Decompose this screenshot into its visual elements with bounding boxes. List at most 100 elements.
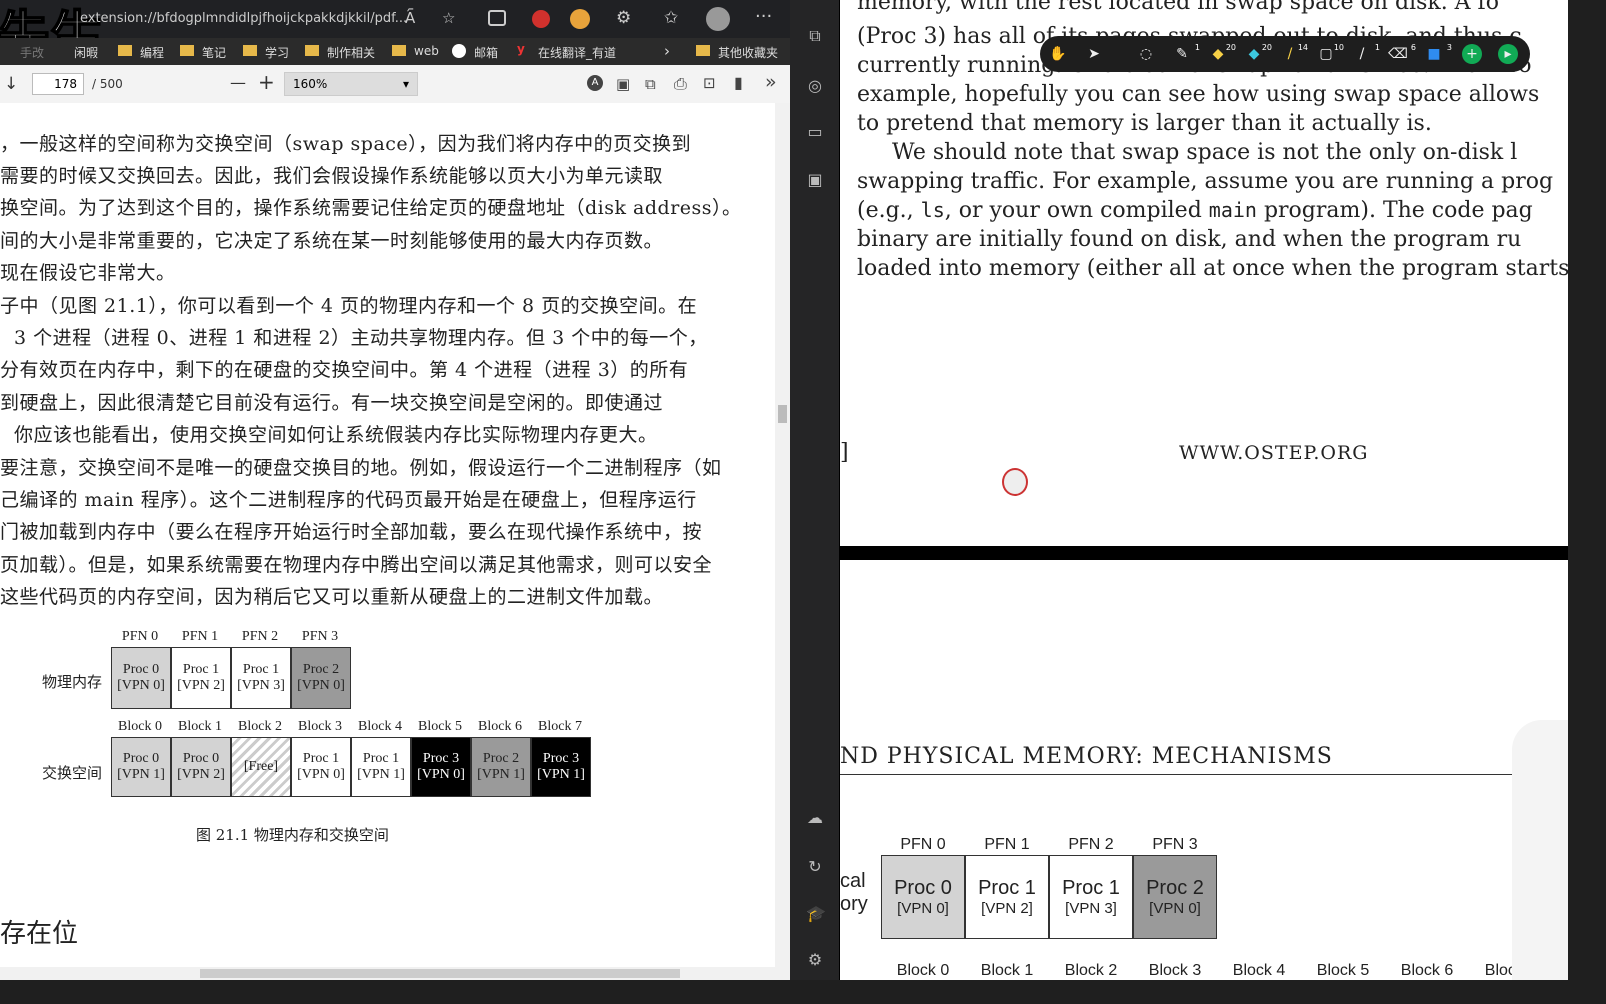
cell-vpn: [VPN 1]	[357, 767, 405, 782]
zoom-in-button[interactable]: +	[258, 70, 275, 94]
block-header: Block 5	[418, 719, 462, 734]
highlighter-yellow-icon[interactable]: ◆ 20	[1208, 43, 1236, 64]
footer-bracket: ]	[840, 440, 849, 465]
url-text[interactable]: extension://bfdogplmndidlpjfhoijckpakkdj…	[80, 11, 407, 26]
read-aloud-icon[interactable]: A	[587, 75, 603, 91]
badge: 20	[1225, 43, 1236, 52]
copy-icon[interactable]: ⧉	[806, 26, 824, 45]
folder-icon	[696, 45, 710, 56]
footer-url: WWW.OSTEP.ORG	[1179, 442, 1369, 464]
mem-label: 物理内存	[42, 673, 103, 691]
refresh-icon[interactable]: ↻	[806, 857, 824, 876]
eraser-icon[interactable]: ⌫ 6	[1388, 43, 1416, 64]
bookmarks-bar: 手改 闲暇 编程 笔记 学习 制作相关 web 邮箱 y 在线翻译_有道 › 其…	[0, 38, 790, 65]
paragraph-line: 换空间。为了达到这个目的，操作系统需要记住给定页的硬盘地址（disk addre…	[0, 197, 742, 219]
recorder-icon[interactable]	[532, 10, 550, 28]
mascot-sticker	[1002, 468, 1028, 496]
pfn-header: PFN 3	[1152, 836, 1198, 853]
hand-icon[interactable]: ✋	[1048, 44, 1068, 64]
swap-cell: Proc 3 [VPN 0]	[411, 737, 471, 797]
address-bar[interactable]: 先生 extension://bfdogplmndidlpjfhoijckpak…	[0, 0, 790, 69]
block-header: Block 0	[896, 962, 950, 979]
more-tools-icon[interactable]: »	[765, 71, 777, 93]
favorites-icon[interactable]: ✩	[664, 8, 678, 28]
bookmark-folder[interactable]: 学习	[265, 44, 289, 61]
folder-icon	[392, 45, 406, 56]
block-header: Block 0	[118, 719, 162, 734]
pencil-icon[interactable]: /14	[1280, 43, 1308, 64]
paragraph-line: 分有效页在内存中，剩下的在硬盘的交换空间中。第 4 个进程（进程 3）的所有	[0, 359, 689, 381]
bookmark-link[interactable]: 邮箱	[474, 44, 498, 61]
line-icon[interactable]: /1	[1352, 43, 1380, 64]
extension-orange-icon[interactable]	[570, 9, 590, 29]
text-line: binary are initially found on disk, and …	[857, 227, 1522, 252]
settings-gear-icon[interactable]: ⚙	[806, 950, 824, 969]
graduation-icon[interactable]: 🎓	[806, 904, 826, 923]
lasso-icon[interactable]: ◌	[1136, 44, 1156, 64]
cell-vpn: [VPN 2]	[981, 900, 1033, 917]
cell-proc: [Free]	[243, 759, 279, 774]
binoculars-icon[interactable]: ◎	[806, 76, 824, 95]
pfn-header: PFN 1	[984, 836, 1030, 853]
add-icon[interactable]: +	[1462, 44, 1482, 64]
paragraph-line: 需要的时候又交换回去。因此，我们会假设操作系统能够以页大小为单元读取	[0, 165, 664, 187]
extensions-puzzle-icon[interactable]: ⚙	[616, 8, 631, 28]
cell-proc: Proc 0	[182, 751, 220, 766]
zoom-select[interactable]: 160% ▾	[284, 72, 418, 96]
paragraph-line: 这些代码页的内存空间，因为稍后它又可以重新从硬盘上的二进制文件加载。	[0, 586, 664, 608]
pfn-header: PFN 1	[181, 629, 219, 644]
expand-icon[interactable]: ▸	[1498, 44, 1518, 64]
more-menu-icon[interactable]: ···	[755, 6, 772, 27]
bookmark-icon[interactable]: ▮	[734, 73, 743, 92]
arrow-down-icon[interactable]: ↓	[4, 74, 18, 94]
bookmark-folder[interactable]: 编程	[140, 44, 164, 61]
save-icon[interactable]: ⊡	[703, 74, 716, 92]
cursor-icon[interactable]: ➤	[1084, 44, 1104, 64]
bookmark-prefix[interactable]: 手改	[20, 44, 44, 61]
scrollbar-thumb[interactable]	[778, 405, 787, 423]
bookmark-link[interactable]: 在线翻译_有道	[538, 44, 616, 61]
paragraph-line: 3 个进程（进程 0、进程 1 和进程 2）主动共享物理内存。但 3 个中的每一…	[14, 327, 708, 349]
text-run: program). The code pag	[1256, 198, 1533, 223]
memory-cell: Proc 1 [VPN 3]	[231, 647, 291, 709]
print-icon[interactable]: ⎙	[674, 74, 687, 94]
shape-icon[interactable]: ▢ 10	[1316, 43, 1344, 64]
badge: 20	[1261, 43, 1272, 52]
page-number-input[interactable]: 178	[32, 73, 84, 95]
profile-avatar[interactable]	[706, 7, 730, 31]
vertical-scrollbar[interactable]	[775, 103, 790, 980]
zoom-out-button[interactable]: —	[230, 73, 246, 92]
text-line: example, hopefully you can see how using…	[857, 82, 1540, 107]
paragraph-line: 间的大小是非常重要的，它决定了系统在某一时刻能够使用的最大内存页数。	[0, 230, 664, 252]
horizontal-scrollbar-thumb[interactable]	[200, 969, 680, 978]
swap-cell: Proc 0 [VPN 2]	[171, 737, 231, 797]
bookmark-folder[interactable]: 闲暇	[74, 44, 98, 61]
cell-proc: Proc 2	[1146, 877, 1204, 899]
extension-icon[interactable]	[488, 10, 506, 26]
sticky-note-icon[interactable]: ■ 3	[1424, 43, 1452, 64]
pfn-header: PFN 3	[301, 629, 339, 644]
chevron-right-icon[interactable]: ›	[664, 42, 670, 60]
pfn-header: PFN 0	[900, 836, 946, 853]
paragraph-line: 你应该也能看出，使用交换空间如何让系统假装内存比实际物理内存更大。	[14, 424, 658, 446]
cloud-icon[interactable]: ☁	[806, 808, 824, 827]
keyboard-icon[interactable]: ▭	[806, 122, 824, 141]
highlighter-cyan-icon[interactable]: ◆ 20	[1244, 43, 1272, 64]
other-bookmarks[interactable]: 其他收藏夹	[718, 44, 778, 61]
cell-proc: Proc 2	[302, 662, 340, 677]
folder-icon	[243, 45, 257, 56]
open-file-icon[interactable]: ⧉	[645, 75, 656, 93]
pen-icon[interactable]: ✎ 1	[1172, 43, 1200, 64]
bookmark-folder[interactable]: 制作相关	[327, 44, 375, 61]
text-line: loaded into memory (either all at once w…	[857, 256, 1568, 281]
bookmark-folder[interactable]: 笔记	[202, 44, 226, 61]
block-header: Block 5	[1316, 962, 1370, 979]
read-aloud-icon[interactable]: A᷇	[405, 9, 415, 27]
save-disk-icon[interactable]: ▣	[806, 170, 824, 189]
add-favorite-icon[interactable]: ☆	[442, 9, 455, 27]
bookmark-folder[interactable]: web	[414, 44, 439, 58]
horizontal-scrollbar[interactable]	[0, 967, 775, 980]
presentation-icon[interactable]: ▣	[616, 75, 630, 93]
cell-vpn: [VPN 1]	[537, 767, 585, 782]
badge: 1	[1374, 43, 1380, 52]
